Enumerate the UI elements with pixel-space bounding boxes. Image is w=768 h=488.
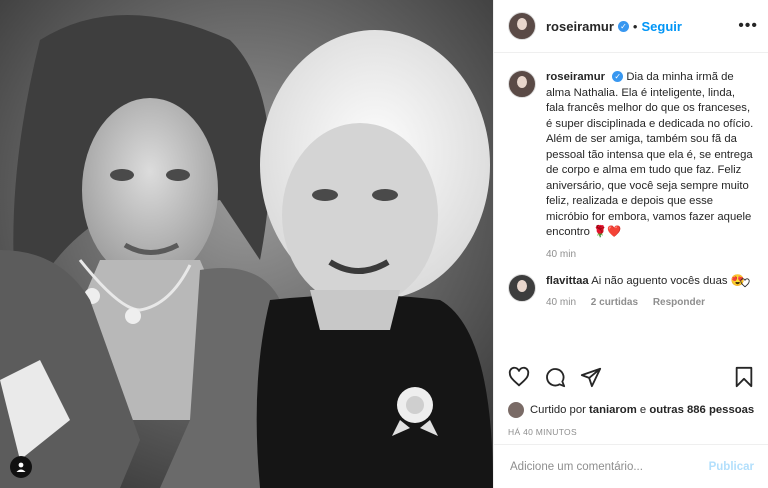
caption-body: roseiramur ✓ Dia da minha irmã de alma N… <box>546 70 754 241</box>
caption-text: Dia da minha irmã de alma Nathalia. Ela … <box>546 71 754 238</box>
comment-body: flavittaa Ai não aguento vocês duas 😍 <box>546 274 745 290</box>
caption-meta: 40 min <box>546 249 754 260</box>
bookmark-save-icon[interactable] <box>734 366 754 388</box>
likes-middle: e <box>639 404 647 416</box>
post-sidebar: roseiramur ✓ • Seguir ••• roseiramur ✓ D… <box>493 0 768 488</box>
comment-username[interactable]: flavittaa <box>546 275 589 287</box>
post-photo[interactable] <box>0 0 493 488</box>
likes-summary: Curtido por taniarom e outras 886 pessoa… <box>508 402 762 418</box>
liker-avatar[interactable] <box>508 402 524 418</box>
caption-time: 40 min <box>546 248 577 260</box>
caption-username[interactable]: roseiramur <box>546 71 605 83</box>
add-comment-input[interactable] <box>508 459 709 474</box>
reply-button[interactable]: Responder <box>653 297 705 308</box>
comment-bubble-icon[interactable] <box>544 366 566 388</box>
user-tag-icon[interactable] <box>10 456 32 478</box>
comment-likes[interactable]: 2 curtidas <box>591 297 638 308</box>
verified-badge-icon: ✓ <box>612 71 624 82</box>
comment-avatar[interactable] <box>508 273 536 302</box>
add-comment-bar: Publicar <box>494 444 768 488</box>
instagram-post: roseiramur ✓ • Seguir ••• roseiramur ✓ D… <box>0 0 768 488</box>
avatar[interactable] <box>508 12 536 40</box>
likes-prefix: Curtido por <box>530 404 586 416</box>
share-send-icon[interactable] <box>580 366 602 388</box>
separator-dot: • <box>632 18 638 34</box>
comment-row: flavittaa Ai não aguento vocês duas 😍 40… <box>508 273 754 308</box>
comment-text: Ai não aguento vocês duas 😍 <box>591 274 745 287</box>
post-header: roseiramur ✓ • Seguir ••• <box>494 0 768 53</box>
post-timestamp[interactable]: HÁ 40 MINUTOS <box>508 427 577 437</box>
comment-like-heart-icon[interactable] <box>740 277 750 288</box>
follow-button[interactable]: Seguir <box>641 19 681 34</box>
more-horizontal-icon[interactable]: ••• <box>738 17 758 35</box>
verified-badge-icon: ✓ <box>617 20 629 32</box>
comment-time: 40 min <box>546 297 577 308</box>
likes-others-link[interactable]: outras 886 pessoas <box>649 404 754 416</box>
comment-meta: 40 min 2 curtidas Responder <box>546 297 745 308</box>
like-heart-icon[interactable] <box>508 366 530 388</box>
caption-row: roseiramur ✓ Dia da minha irmã de alma N… <box>508 70 754 260</box>
publish-button[interactable]: Publicar <box>709 461 754 473</box>
caption-avatar[interactable] <box>508 70 536 98</box>
liker-username[interactable]: taniarom <box>589 404 637 416</box>
photo-black-and-white <box>0 0 493 488</box>
header-username[interactable]: roseiramur <box>546 19 614 34</box>
comments-section: roseiramur ✓ Dia da minha irmã de alma N… <box>494 54 768 354</box>
action-bar <box>508 366 754 388</box>
